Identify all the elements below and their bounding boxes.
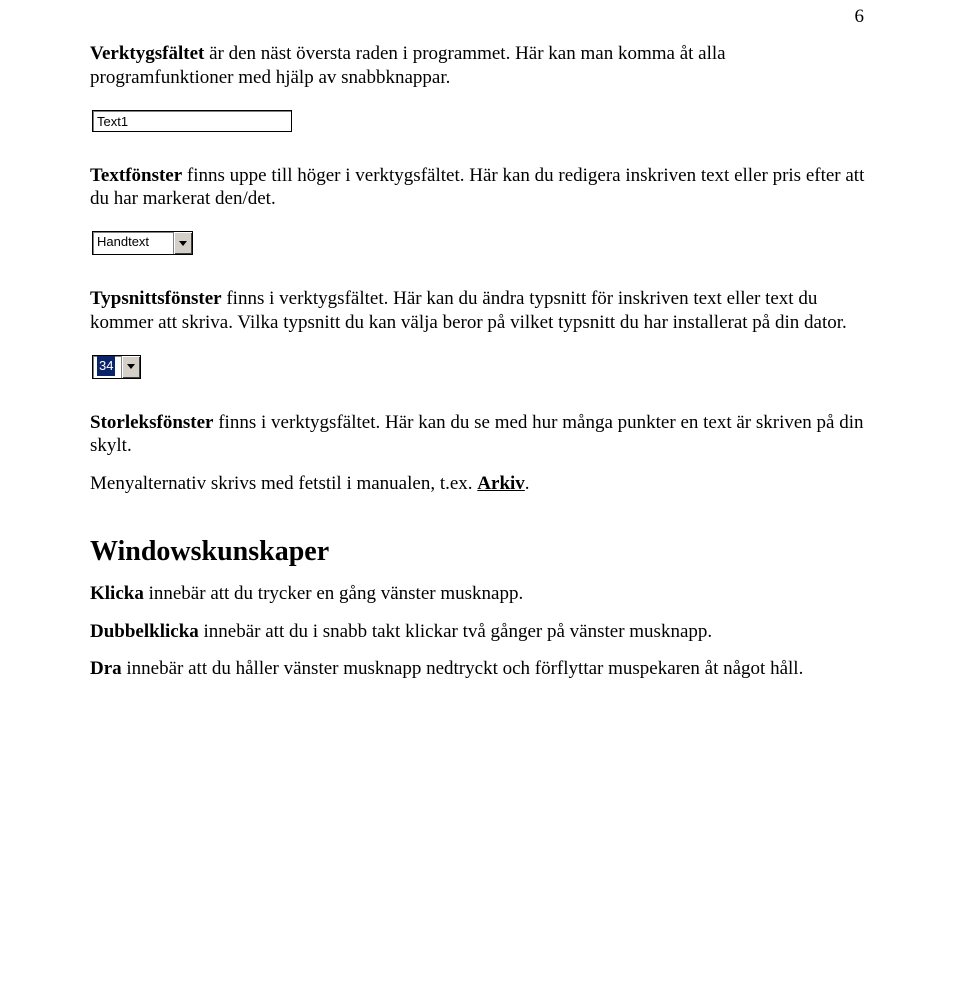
- size-combobox[interactable]: 34: [92, 355, 141, 379]
- text: finns uppe till höger i verktygsfältet. …: [90, 165, 864, 210]
- paragraph-typsnittsfonster: Typsnittsfönster finns i verktygsfältet.…: [90, 287, 870, 335]
- selected-value: 34: [97, 356, 115, 376]
- text: .: [525, 473, 530, 494]
- document-page: 6 Verktygsfältet är den näst översta rad…: [0, 0, 960, 735]
- size-combobox-value: 34: [93, 356, 121, 378]
- text: innebär att du i snabb takt klickar två …: [199, 621, 712, 642]
- text: innebär att du trycker en gång vänster m…: [144, 583, 523, 604]
- paragraph-klicka: Klicka innebär att du trycker en gång vä…: [90, 582, 870, 606]
- text: Menyalternativ skrivs med fetstil i manu…: [90, 473, 477, 494]
- paragraph-menyalternativ: Menyalternativ skrivs med fetstil i manu…: [90, 472, 870, 496]
- text: innebär att du håller vänster musknapp n…: [122, 658, 804, 679]
- font-combobox-value: Handtext: [93, 232, 173, 254]
- paragraph-dubbelklicka: Dubbelklicka innebär att du i snabb takt…: [90, 620, 870, 644]
- term-textfonster: Textfönster: [90, 165, 182, 186]
- text-input[interactable]: Text1: [92, 110, 292, 132]
- term-storleksfonster: Storleksfönster: [90, 412, 213, 433]
- term-dra: Dra: [90, 658, 122, 679]
- menu-example-underline: Arkiv: [477, 473, 525, 494]
- paragraph-verktygsfaltet: Verktygsfältet är den näst översta raden…: [90, 42, 870, 90]
- term-verktygsfaltet: Verktygsfältet: [90, 43, 204, 64]
- term-dubbelklicka: Dubbelklicka: [90, 621, 199, 642]
- term-typsnittsfonster: Typsnittsfönster: [90, 288, 222, 309]
- dropdown-button[interactable]: [173, 232, 192, 254]
- paragraph-dra: Dra innebär att du håller vänster muskna…: [90, 657, 870, 681]
- dropdown-button[interactable]: [121, 356, 140, 378]
- font-combobox[interactable]: Handtext: [92, 231, 193, 255]
- paragraph-storleksfonster: Storleksfönster finns i verktygsfältet. …: [90, 411, 870, 459]
- paragraph-textfonster: Textfönster finns uppe till höger i verk…: [90, 164, 870, 212]
- chevron-down-icon: [179, 241, 187, 246]
- term-klicka: Klicka: [90, 583, 144, 604]
- heading-windowskunskaper: Windowskunskaper: [90, 536, 870, 568]
- page-number: 6: [90, 0, 870, 28]
- chevron-down-icon: [127, 364, 135, 369]
- menu-example: Arkiv: [477, 473, 525, 494]
